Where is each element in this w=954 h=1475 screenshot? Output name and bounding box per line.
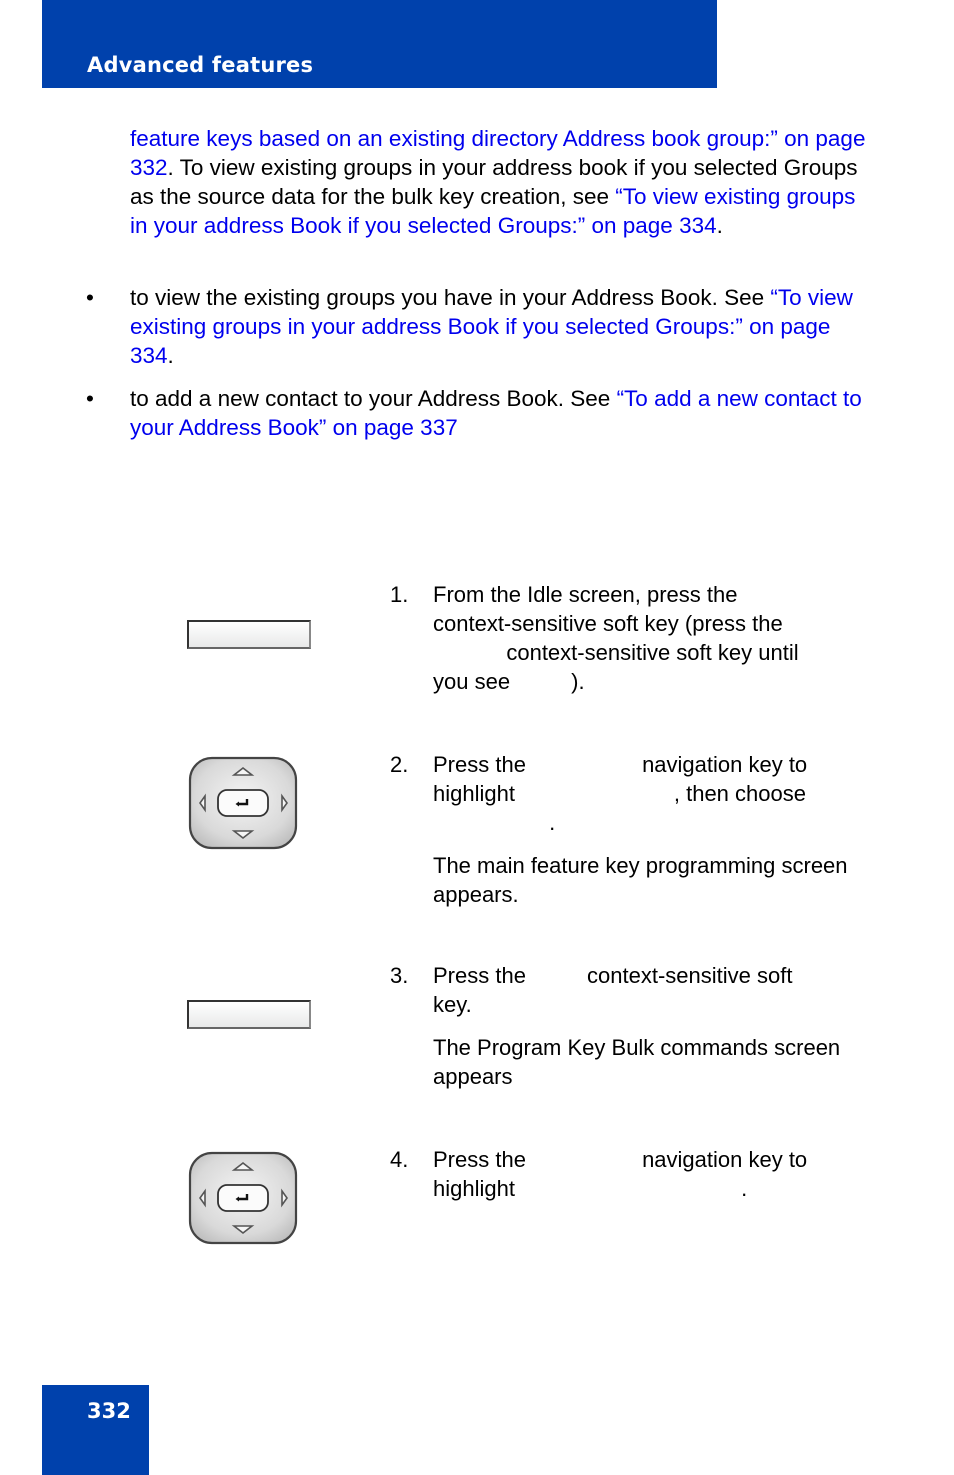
step-line: . [433, 810, 556, 835]
bullet-tail: . [167, 343, 174, 368]
page-number-box: 332 [42, 1385, 149, 1475]
step-line: context-sensitive soft key (press the [433, 611, 783, 636]
soft-key-icon [187, 620, 311, 649]
header-bar: Advanced features [42, 0, 717, 88]
step-result: The Program Key Bulk commands screen app… [433, 1035, 841, 1089]
step-number: 2. [390, 752, 409, 777]
intro-text-end: . [716, 213, 723, 238]
intro-paragraph: feature keys based on an existing direct… [130, 124, 870, 240]
bullet-marker: • [86, 386, 94, 411]
bullet-text: to add a new contact to your Address Boo… [130, 386, 617, 411]
step-line: highlight , then choose [433, 781, 806, 806]
step-line: highlight . [433, 1176, 748, 1201]
step-number: 4. [390, 1147, 409, 1172]
step-line: Press the context-sensitive soft [433, 963, 793, 988]
navigation-key-icon [188, 756, 298, 850]
step-result: The main feature key programming screen … [433, 853, 848, 907]
bullet-text: to view the existing groups you have in … [130, 285, 771, 310]
navigation-key-icon [188, 1151, 298, 1245]
section-title: Advanced features [87, 53, 314, 77]
step-line: context-sensitive soft key until [433, 640, 799, 665]
bullet-marker: • [86, 285, 94, 310]
step-line: Press the navigation key to [433, 1147, 808, 1172]
step-line: key. [433, 992, 472, 1017]
step-line: Press the navigation key to [433, 752, 808, 777]
step-number: 1. [390, 582, 409, 607]
soft-key-icon [187, 1000, 311, 1029]
step-number: 3. [390, 963, 409, 988]
step-line: From the Idle screen, press the [433, 582, 738, 607]
page-number: 332 [87, 1399, 131, 1423]
step-line: you see ). [433, 669, 585, 694]
